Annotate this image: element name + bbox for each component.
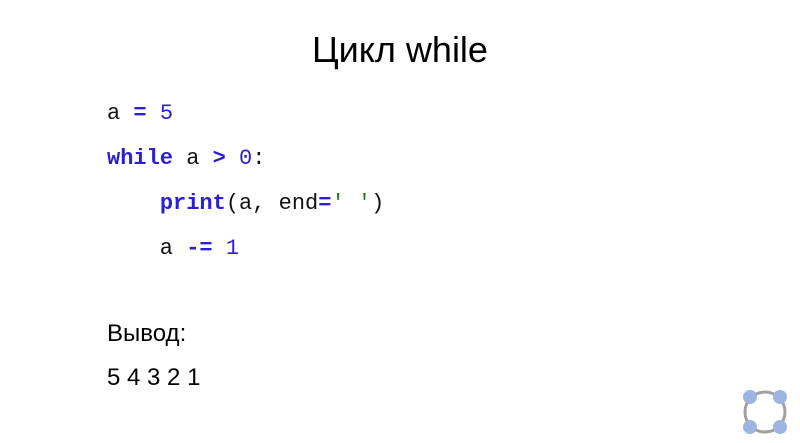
code-token: 5 <box>159 101 174 126</box>
code-line-1: a = 5 <box>107 98 384 143</box>
output-label: Вывод: <box>107 320 187 347</box>
code-token: 0 <box>239 146 253 171</box>
slide-title: Цикл while <box>312 29 488 70</box>
code-token: a <box>107 101 134 126</box>
code-token: (a, end <box>225 191 319 216</box>
code-line-4: a -= 1 <box>107 233 384 278</box>
logo-dot-bottom-left <box>743 420 757 434</box>
code-token: = <box>133 101 147 126</box>
code-token: ' ' <box>331 191 372 216</box>
code-token: a <box>173 146 213 171</box>
code-line-3: print(a, end=' ') <box>107 188 384 233</box>
code-token: 1 <box>225 236 240 261</box>
output-value: 5 4 3 2 1 <box>107 364 201 391</box>
logo-dot-bottom-right <box>773 420 787 434</box>
code-block: a = 5 while a > 0: print(a, end=' ') a -… <box>107 98 384 278</box>
slide: Цикл while a = 5 while a > 0: print(a, e… <box>0 0 800 443</box>
logo-dot-top-left <box>743 390 757 404</box>
code-token: print <box>159 191 226 216</box>
code-token: : <box>252 146 266 171</box>
code-token: ) <box>371 191 385 216</box>
logo-dot-top-right <box>773 390 787 404</box>
code-token: = <box>318 191 332 216</box>
code-token: a <box>107 236 187 261</box>
circle-dots-logo-icon <box>743 390 787 434</box>
code-token: -= <box>186 236 213 261</box>
code-line-2: while a > 0: <box>107 143 384 188</box>
code-token: while <box>107 146 174 171</box>
code-token: > <box>212 146 226 171</box>
